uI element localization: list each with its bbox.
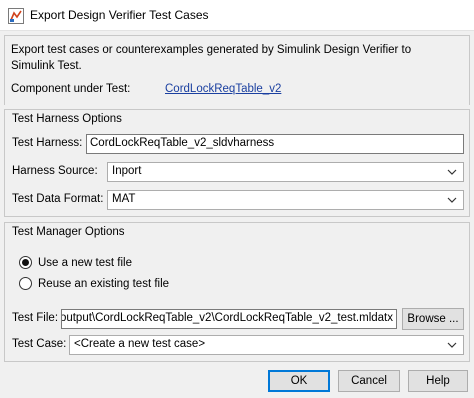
test-harness-label: Test Harness:: [12, 137, 83, 149]
description-text: Export test cases or counterexamples gen…: [11, 44, 412, 72]
test-data-format-label: Test Data Format:: [12, 193, 104, 205]
help-button[interactable]: Help: [408, 370, 468, 392]
harness-source-dropdown[interactable]: Inport: [107, 162, 464, 182]
harness-source-value: Inport: [112, 165, 142, 177]
reuse-existing-test-file-radio[interactable]: Reuse an existing test file: [19, 277, 169, 290]
test-manager-options-panel: Test Manager Options Use a new test file…: [4, 222, 470, 362]
test-data-format-value: MAT: [112, 193, 136, 205]
component-under-test-label: Component under Test:: [11, 83, 131, 95]
harness-source-label: Harness Source:: [12, 165, 98, 177]
test-case-label: Test Case:: [12, 338, 67, 350]
browse-button[interactable]: Browse ...: [402, 308, 464, 330]
test-file-value: output\CordLockReqTable_v2\CordLockReqTa…: [61, 312, 393, 324]
test-file-label: Test File:: [12, 312, 59, 324]
dialog-body: Export test cases or counterexamples gen…: [0, 31, 474, 398]
test-case-value: <Create a new test case>: [74, 338, 206, 350]
cancel-button[interactable]: Cancel: [338, 370, 400, 392]
chevron-down-icon: [447, 169, 457, 175]
test-manager-options-title: Test Manager Options: [12, 226, 125, 238]
ok-button[interactable]: OK: [268, 370, 330, 392]
chevron-down-icon: [447, 342, 457, 348]
reuse-existing-test-file-label: Reuse an existing test file: [38, 277, 170, 290]
title-bar[interactable]: Export Design Verifier Test Cases: [0, 0, 474, 31]
test-data-format-dropdown[interactable]: MAT: [107, 190, 464, 210]
test-harness-value: CordLockReqTable_v2_sldvharness: [90, 137, 275, 149]
simulink-icon: [8, 8, 24, 24]
test-harness-input[interactable]: CordLockReqTable_v2_sldvharness: [86, 134, 464, 154]
use-new-test-file-radio[interactable]: Use a new test file: [19, 256, 132, 269]
window-title: Export Design Verifier Test Cases: [30, 8, 209, 22]
radio-button-selected[interactable]: [19, 256, 32, 269]
test-file-input[interactable]: output\CordLockReqTable_v2\CordLockReqTa…: [61, 309, 397, 329]
chevron-down-icon: [447, 197, 457, 203]
description-panel: Export test cases or counterexamples gen…: [4, 35, 470, 105]
radio-button-unselected[interactable]: [19, 277, 32, 290]
dialog-button-bar: OK Cancel Help: [0, 364, 474, 398]
use-new-test-file-label: Use a new test file: [38, 256, 132, 269]
test-harness-options-title: Test Harness Options: [12, 113, 122, 125]
test-harness-options-panel: Test Harness Options Test Harness: CordL…: [4, 109, 470, 217]
component-under-test-link[interactable]: CordLockReqTable_v2: [165, 83, 281, 95]
test-case-dropdown[interactable]: <Create a new test case>: [69, 335, 464, 355]
